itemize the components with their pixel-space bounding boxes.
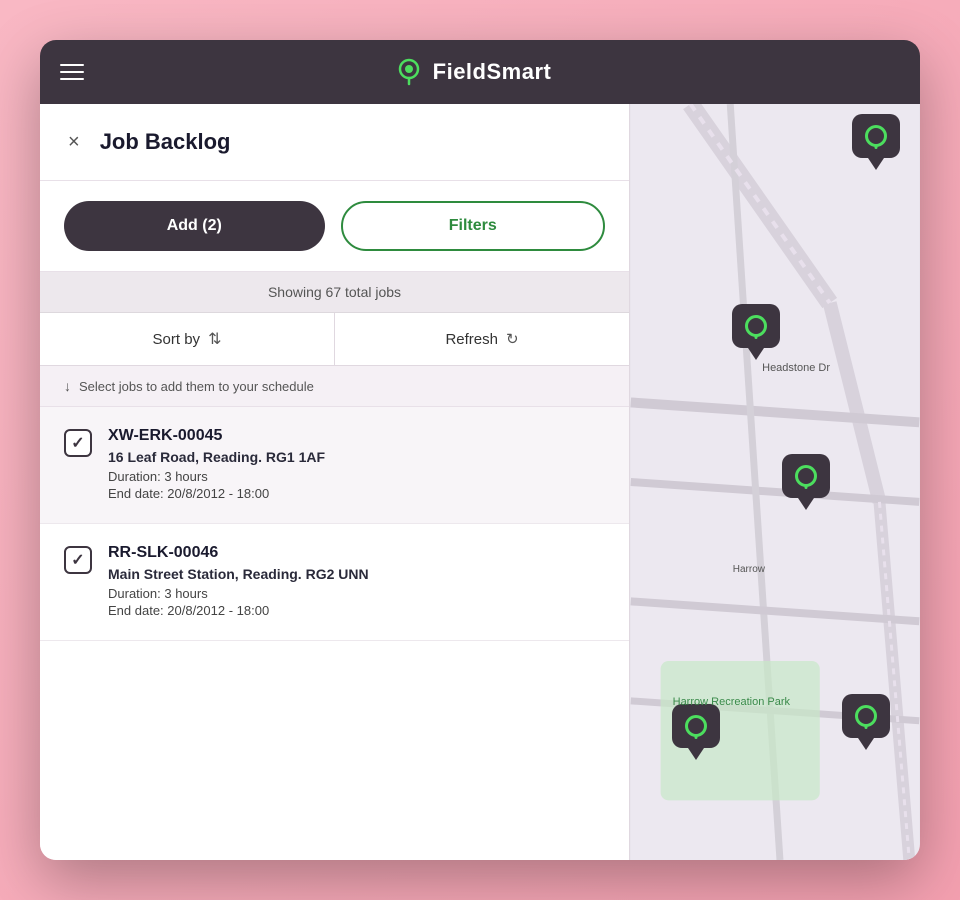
map-pin-1[interactable] — [852, 114, 900, 170]
sort-by-label: Sort by — [153, 331, 201, 348]
job-details-1: XW-ERK-00045 16 Leaf Road, Reading. RG1 … — [108, 427, 605, 503]
app-logo: FieldSmart — [393, 56, 552, 88]
job-enddate: End date: 20/8/2012 - 18:00 — [108, 603, 605, 618]
map-area: Headstone Dr Harrow Harrow Recreation Pa… — [630, 104, 920, 860]
job-duration: Duration: 3 hours — [108, 586, 605, 601]
map-pin-2[interactable] — [732, 304, 780, 360]
map-label-harrow: Harrow — [733, 564, 765, 575]
sort-icon: ⇅ — [208, 329, 221, 349]
job-enddate: End date: 20/8/2012 - 18:00 — [108, 486, 605, 501]
sort-refresh-bar: Sort by ⇅ Refresh ↻ — [40, 313, 629, 366]
job-details-2: RR-SLK-00046 Main Street Station, Readin… — [108, 544, 605, 620]
job-item: ✓ RR-SLK-00046 Main Street Station, Read… — [40, 524, 629, 641]
filters-button[interactable]: Filters — [341, 201, 606, 251]
map-pin-4[interactable] — [672, 704, 720, 760]
hint-text: Select jobs to add them to your schedule — [79, 379, 314, 394]
job-id: RR-SLK-00046 — [108, 544, 605, 562]
showing-bar: Showing 67 total jobs — [40, 272, 629, 313]
map-label-headstone: Headstone Dr — [762, 362, 830, 374]
select-hint: ↓ Select jobs to add them to your schedu… — [40, 366, 629, 407]
job-duration: Duration: 3 hours — [108, 469, 605, 484]
sidebar-header: × Job Backlog — [40, 104, 629, 181]
map-pin-5[interactable] — [842, 694, 890, 750]
refresh-icon: ↻ — [506, 330, 519, 348]
job-checkbox-2[interactable]: ✓ — [64, 546, 92, 574]
refresh-button[interactable]: Refresh ↻ — [335, 313, 629, 365]
hamburger-menu[interactable] — [60, 64, 84, 80]
logo-icon — [393, 56, 425, 88]
sort-by-button[interactable]: Sort by ⇅ — [40, 313, 335, 365]
job-checkbox-1[interactable]: ✓ — [64, 429, 92, 457]
close-button[interactable]: × — [64, 128, 84, 156]
sidebar-panel: × Job Backlog Add (2) Filters Showing 67… — [40, 104, 630, 860]
sidebar-actions: Add (2) Filters — [40, 181, 629, 272]
showing-text: Showing 67 total jobs — [268, 284, 401, 300]
sidebar-title: Job Backlog — [100, 129, 231, 155]
map-pin-3[interactable] — [782, 454, 830, 510]
checkmark-icon: ✓ — [71, 433, 84, 453]
job-list: ✓ XW-ERK-00045 16 Leaf Road, Reading. RG… — [40, 407, 629, 860]
refresh-label: Refresh — [445, 331, 498, 348]
job-address: 16 Leaf Road, Reading. RG1 1AF — [108, 449, 605, 465]
hint-arrow-icon: ↓ — [64, 378, 71, 394]
map-label-park: Harrow Recreation Park — [673, 694, 790, 711]
main-content: × Job Backlog Add (2) Filters Showing 67… — [40, 104, 920, 860]
navbar: FieldSmart — [40, 40, 920, 104]
job-address: Main Street Station, Reading. RG2 UNN — [108, 566, 605, 582]
job-id: XW-ERK-00045 — [108, 427, 605, 445]
add-button[interactable]: Add (2) — [64, 201, 325, 251]
checkmark-icon: ✓ — [71, 550, 84, 570]
job-item: ✓ XW-ERK-00045 16 Leaf Road, Reading. RG… — [40, 407, 629, 524]
logo-text: FieldSmart — [433, 59, 552, 85]
app-window: FieldSmart × Job Backlog Add (2) Filters… — [40, 40, 920, 860]
